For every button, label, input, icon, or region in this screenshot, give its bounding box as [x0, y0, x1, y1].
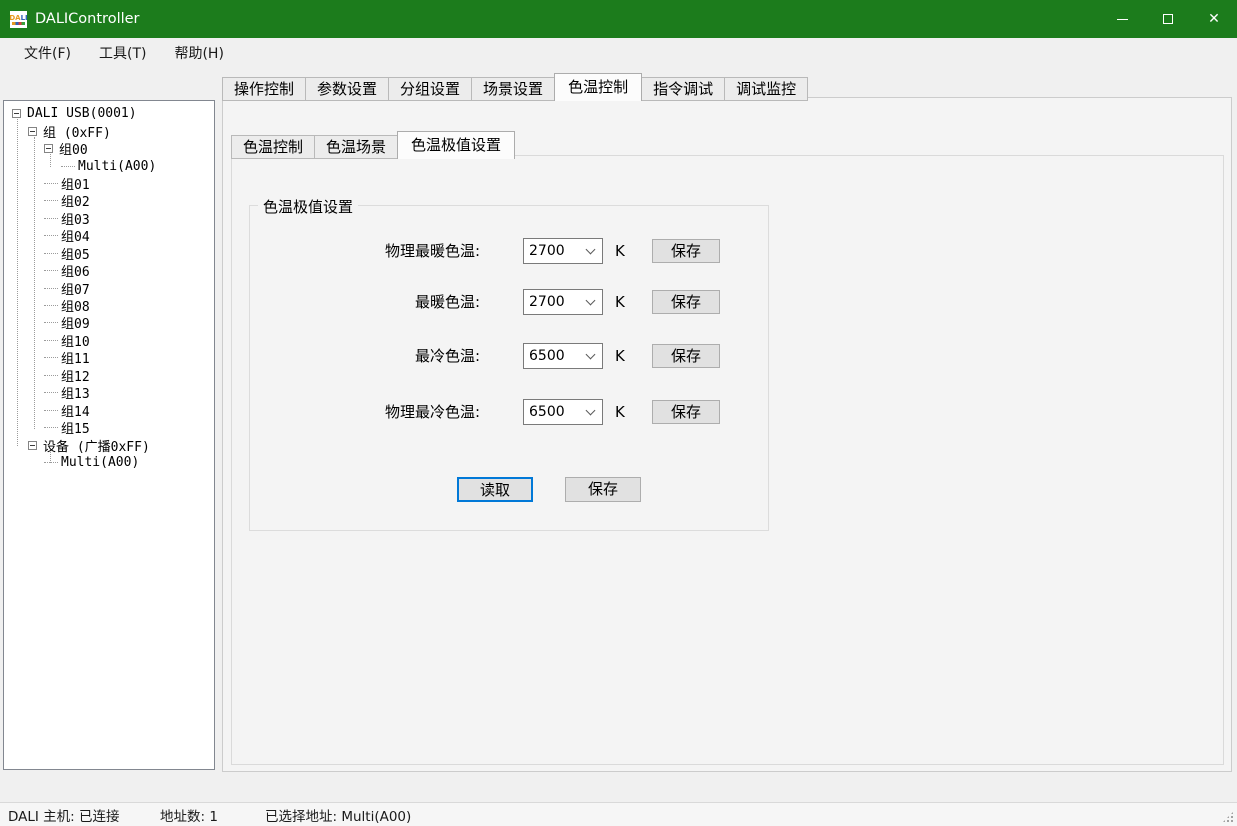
- tree-item-device-broadcast[interactable]: 设备 (广播0xFF): [4, 436, 214, 453]
- chevron-down-icon: [586, 350, 596, 360]
- chevron-down-icon: [586, 296, 596, 306]
- row-physical-coolest: 物理最冷色温: 6500 K 保存: [250, 399, 768, 425]
- collapse-icon[interactable]: [44, 144, 53, 153]
- collapse-icon[interactable]: [28, 127, 37, 136]
- warmest-save-button[interactable]: 保存: [652, 290, 720, 314]
- kelvin-unit-label: K: [615, 238, 625, 264]
- tree-item-dali-usb[interactable]: DALI USB(0001): [4, 105, 214, 122]
- tree-item-group08[interactable]: 组08: [4, 297, 214, 314]
- physical-warmest-label: 物理最暖色温:: [270, 238, 480, 264]
- row-warmest: 最暖色温: 2700 K 保存: [250, 289, 768, 315]
- kelvin-unit-label: K: [615, 289, 625, 315]
- row-coolest: 最冷色温: 6500 K 保存: [250, 343, 768, 369]
- tab-scene-settings[interactable]: 场景设置: [471, 77, 555, 101]
- warmest-combobox[interactable]: 2700: [523, 289, 603, 315]
- tree-item-group04[interactable]: 组04: [4, 227, 214, 244]
- window-controls: ✕: [1099, 0, 1237, 38]
- warmest-label: 最暖色温:: [270, 289, 480, 315]
- resize-grip[interactable]: [1222, 811, 1234, 823]
- close-button[interactable]: ✕: [1191, 0, 1237, 38]
- status-bar: DALI 主机: 已连接 地址数: 1 已选择地址: Multi(A00): [0, 802, 1237, 826]
- subtab-color-temp-control[interactable]: 色温控制: [231, 135, 315, 159]
- tree-item-group07[interactable]: 组07: [4, 279, 214, 296]
- tree-item-group09[interactable]: 组09: [4, 314, 214, 331]
- color-temp-control-panel: 色温控制 色温场景 色温极值设置 色温极值设置 物理最暖色温: 2700 K 保…: [222, 97, 1232, 772]
- color-temp-limits-groupbox: 色温极值设置 物理最暖色温: 2700 K 保存 最暖色温: 2700 K 保存…: [249, 205, 769, 531]
- tree-item-group05[interactable]: 组05: [4, 245, 214, 262]
- physical-coolest-save-button[interactable]: 保存: [652, 400, 720, 424]
- host-status: DALI 主机: 已连接: [8, 805, 120, 825]
- tree-item-group03[interactable]: 组03: [4, 210, 214, 227]
- menu-help[interactable]: 帮助(H): [160, 38, 237, 68]
- tree-item-group-root[interactable]: 组 (0xFF): [4, 122, 214, 139]
- read-button[interactable]: 读取: [457, 477, 533, 502]
- kelvin-unit-label: K: [615, 399, 625, 425]
- physical-coolest-combobox[interactable]: 6500: [523, 399, 603, 425]
- minimize-icon: [1117, 19, 1128, 20]
- physical-warmest-save-button[interactable]: 保存: [652, 239, 720, 263]
- address-count: 地址数: 1: [160, 805, 218, 825]
- coolest-save-button[interactable]: 保存: [652, 344, 720, 368]
- tree-item-group13[interactable]: 组13: [4, 384, 214, 401]
- physical-coolest-label: 物理最冷色温:: [270, 399, 480, 425]
- sub-tab-strip: 色温控制 色温场景 色温极值设置: [231, 131, 514, 159]
- tree-item-group06[interactable]: 组06: [4, 262, 214, 279]
- tree-item-multi-a00[interactable]: Multi(A00): [4, 157, 214, 174]
- subtab-color-temp-scene[interactable]: 色温场景: [314, 135, 398, 159]
- collapse-icon[interactable]: [28, 441, 37, 450]
- save-button[interactable]: 保存: [565, 477, 641, 502]
- device-tree: DALI USB(0001) 组 (0xFF) 组00 Multi(A00) 组…: [3, 100, 215, 770]
- physical-warmest-combobox[interactable]: 2700: [523, 238, 603, 264]
- main-tab-strip: 操作控制 参数设置 分组设置 场景设置 色温控制 指令调试 调试监控: [222, 73, 807, 101]
- footer-strip: 线性调光: [0, 772, 1237, 802]
- chevron-down-icon: [586, 245, 596, 255]
- tree-item-multi-a00-device[interactable]: Multi(A00): [4, 454, 214, 471]
- tree-item-group11[interactable]: 组11: [4, 349, 214, 366]
- tab-grouping-settings[interactable]: 分组设置: [388, 77, 472, 101]
- kelvin-unit-label: K: [615, 343, 625, 369]
- tree-item-group12[interactable]: 组12: [4, 367, 214, 384]
- groupbox-title: 色温极值设置: [258, 196, 358, 217]
- maximize-button[interactable]: [1145, 0, 1191, 38]
- chevron-down-icon: [586, 406, 596, 416]
- tree-item-group14[interactable]: 组14: [4, 401, 214, 418]
- tab-color-temp-control[interactable]: 色温控制: [554, 73, 642, 101]
- tree-item-group00[interactable]: 组00: [4, 140, 214, 157]
- tree-item-group01[interactable]: 组01: [4, 175, 214, 192]
- tree-item-group10[interactable]: 组10: [4, 332, 214, 349]
- minimize-button[interactable]: [1099, 0, 1145, 38]
- tab-parameter-settings[interactable]: 参数设置: [305, 77, 389, 101]
- coolest-label: 最冷色温:: [270, 343, 480, 369]
- tree-item-group15[interactable]: 组15: [4, 419, 214, 436]
- menu-bar: 文件(F) 工具(T) 帮助(H): [0, 38, 1237, 68]
- menu-file[interactable]: 文件(F): [10, 38, 85, 68]
- row-physical-warmest: 物理最暖色温: 2700 K 保存: [250, 238, 768, 264]
- app-icon: DALI: [10, 11, 27, 28]
- close-icon: ✕: [1208, 12, 1220, 26]
- tab-debug-monitor[interactable]: 调试监控: [724, 77, 808, 101]
- tree-item-group02[interactable]: 组02: [4, 192, 214, 209]
- subtab-color-temp-limits[interactable]: 色温极值设置: [397, 131, 515, 159]
- title-bar: DALI DALIController ✕: [0, 0, 1237, 38]
- maximize-icon: [1163, 14, 1173, 24]
- menu-tools[interactable]: 工具(T): [85, 38, 160, 68]
- coolest-combobox[interactable]: 6500: [523, 343, 603, 369]
- selected-address: 已选择地址: Multi(A00): [265, 805, 411, 825]
- window-title: DALIController: [35, 11, 140, 27]
- collapse-icon[interactable]: [12, 109, 21, 118]
- tab-operation-control[interactable]: 操作控制: [222, 77, 306, 101]
- tab-command-debug[interactable]: 指令调试: [641, 77, 725, 101]
